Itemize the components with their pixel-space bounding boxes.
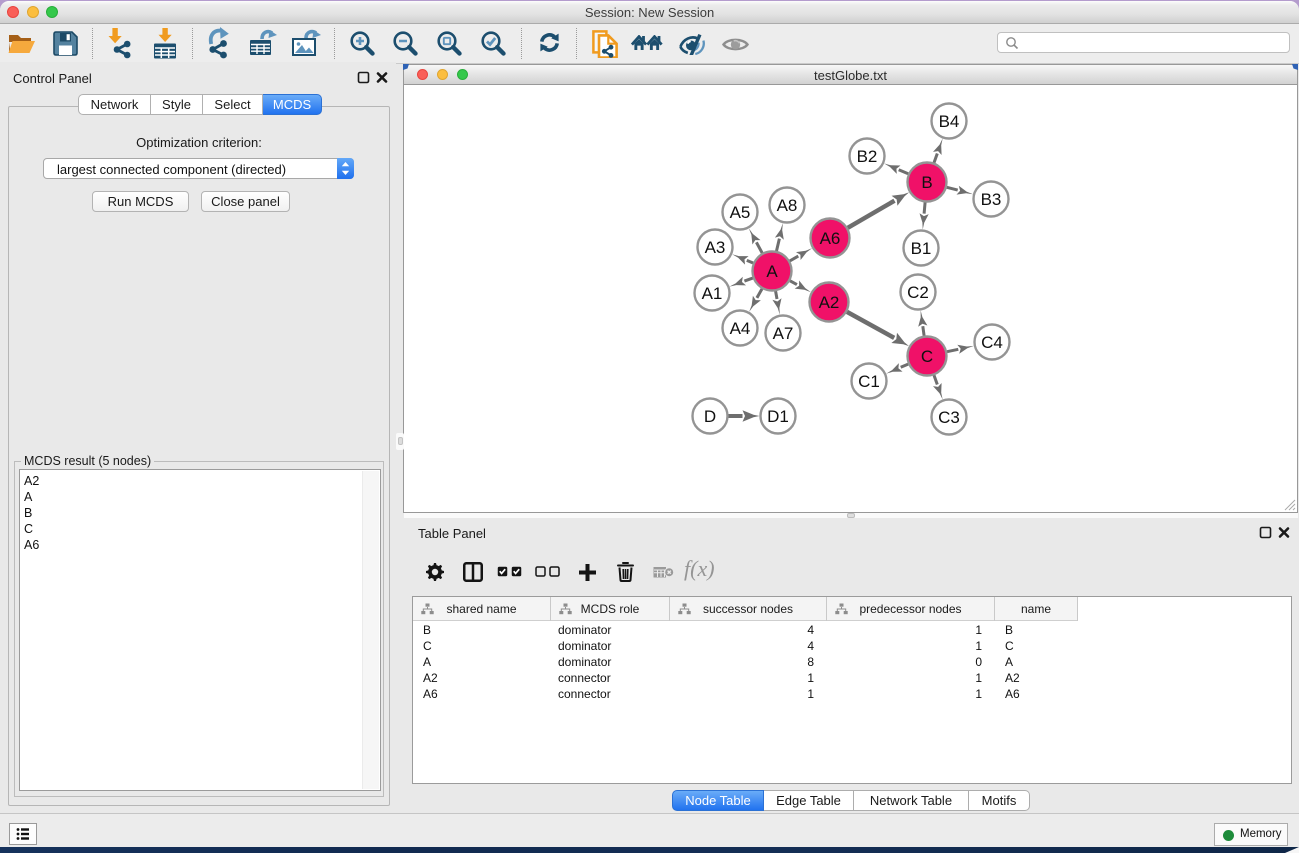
svg-text:C3: C3 [938,408,960,427]
svg-text:B: B [921,173,932,192]
svg-text:A6: A6 [820,229,841,248]
svg-text:A7: A7 [773,324,794,343]
svg-text:B1: B1 [911,239,932,258]
svg-text:A8: A8 [777,196,798,215]
svg-text:B3: B3 [981,190,1002,209]
svg-text:C: C [921,347,933,366]
svg-text:A4: A4 [730,319,751,338]
svg-text:A3: A3 [705,238,726,257]
svg-text:B2: B2 [857,147,878,166]
svg-text:A1: A1 [702,284,723,303]
svg-text:A2: A2 [819,293,840,312]
svg-text:A5: A5 [730,203,751,222]
svg-text:C4: C4 [981,333,1003,352]
svg-text:D1: D1 [767,407,789,426]
svg-text:A: A [766,262,778,281]
svg-text:B4: B4 [939,112,960,131]
svg-text:C1: C1 [858,372,880,391]
svg-text:D: D [704,407,716,426]
svg-text:C2: C2 [907,283,929,302]
